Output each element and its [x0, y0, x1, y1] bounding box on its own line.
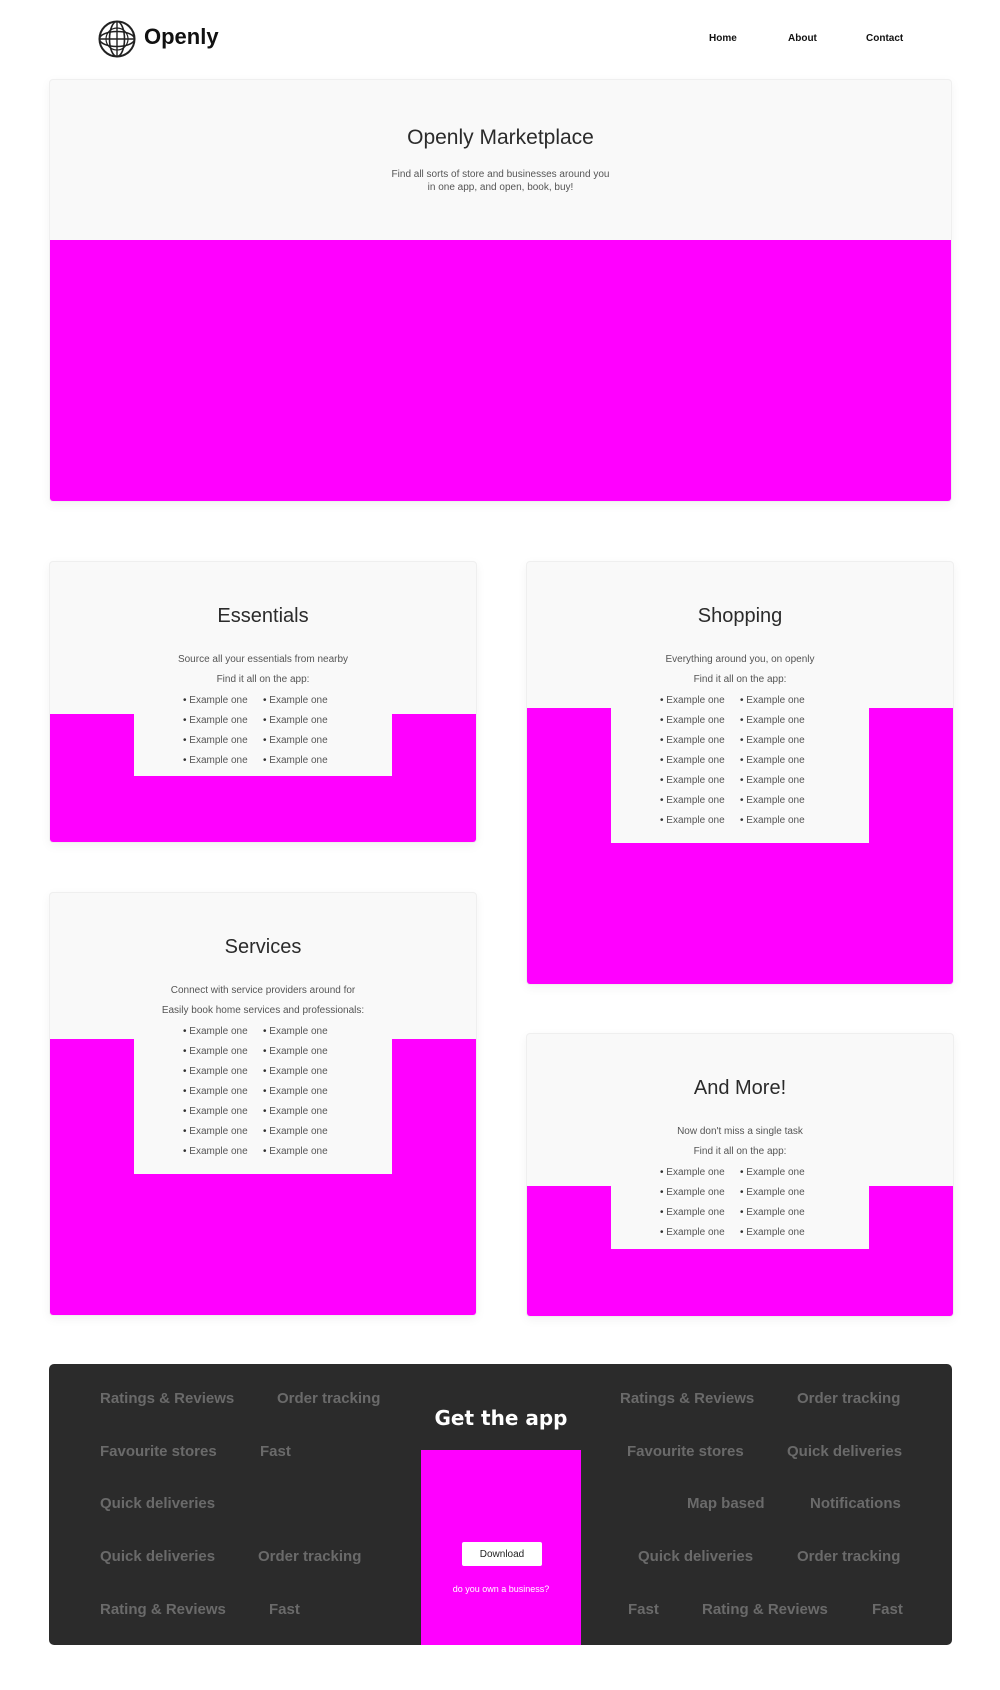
list-item: Example one [263, 754, 343, 774]
card-description: Source all your essentials from nearby [177, 654, 349, 665]
card-title: Shopping [697, 605, 783, 627]
card-description: Everything around you, on openly [665, 654, 815, 665]
feature-label: Rating & Reviews [702, 1601, 828, 1618]
feature-label: Notifications [810, 1495, 901, 1512]
card-caption: Find it all on the app: [216, 674, 310, 685]
list-item: Example one [183, 1045, 263, 1065]
feature-label: Quick deliveries [787, 1443, 903, 1460]
list-item: Example one [740, 814, 820, 834]
and-more-card: And More! Now don't miss a single task F… [526, 1033, 954, 1317]
feature-label: Order tracking [797, 1390, 901, 1407]
list-item: Example one [660, 754, 740, 774]
list-item: Example one [263, 714, 343, 734]
card-description: Connect with service providers around fo… [170, 985, 356, 996]
list-item: Example one [183, 714, 263, 734]
feature-label: Order tracking [797, 1548, 901, 1565]
card-caption: Easily book home services and profession… [161, 1005, 365, 1016]
top-navbar: Openly Home About Contact [0, 0, 1000, 80]
get-the-app-section: Ratings & Reviews Order tracking Favouri… [49, 1364, 952, 1645]
list-item: Example one [660, 814, 740, 834]
business-link[interactable]: do you own a business? [421, 1584, 581, 1594]
list-item: Example one [263, 1105, 343, 1125]
list-item: Example one [660, 774, 740, 794]
nav-link-contact[interactable]: Contact [866, 33, 903, 44]
list-item: Example one [740, 1206, 820, 1226]
feature-label: Map based [687, 1495, 765, 1512]
feature-label: Order tracking [277, 1390, 381, 1407]
feature-label: Fast [872, 1601, 903, 1618]
download-button[interactable]: Download [462, 1542, 542, 1566]
brand-name[interactable]: Openly [144, 24, 219, 50]
list-item: Example one [660, 1186, 740, 1206]
list-item: Example one [183, 1025, 263, 1045]
example-list: Example oneExample oneExample oneExample… [50, 1025, 476, 1165]
list-item: Example one [183, 1085, 263, 1105]
list-item: Example one [740, 774, 820, 794]
card-caption: Find it all on the app: [693, 1146, 787, 1157]
get-the-app-title: Get the app [434, 1406, 568, 1430]
example-list: Example oneExample oneExample oneExample… [527, 1166, 953, 1246]
list-item: Example one [660, 1226, 740, 1246]
feature-label: Favourite stores [100, 1443, 217, 1460]
list-item: Example one [263, 1145, 343, 1165]
list-item: Example one [183, 1105, 263, 1125]
feature-label: Ratings & Reviews [620, 1390, 755, 1407]
list-item: Example one [263, 1065, 343, 1085]
feature-label: Fast [269, 1601, 300, 1618]
feature-label: Ratings & Reviews [100, 1390, 235, 1407]
app-image-placeholder: Download do you own a business? [421, 1450, 581, 1645]
essentials-card: Essentials Source all your essentials fr… [49, 561, 477, 843]
feature-label: Quick deliveries [100, 1548, 216, 1565]
card-title: Essentials [217, 605, 309, 627]
list-item: Example one [740, 754, 820, 774]
feature-label: Fast [628, 1601, 659, 1618]
list-item: Example one [183, 1145, 263, 1165]
list-item: Example one [263, 1085, 343, 1105]
list-item: Example one [263, 694, 343, 714]
list-item: Example one [660, 694, 740, 714]
list-item: Example one [263, 1025, 343, 1045]
nav-link-about[interactable]: About [788, 33, 817, 44]
list-item: Example one [740, 1226, 820, 1246]
shopping-card: Shopping Everything around you, on openl… [526, 561, 954, 985]
list-item: Example one [740, 694, 820, 714]
list-item: Example one [183, 1125, 263, 1145]
list-item: Example one [740, 734, 820, 754]
hero-card: Openly Marketplace Find all sorts of sto… [49, 79, 952, 502]
services-card: Services Connect with service providers … [49, 892, 477, 1316]
feature-label: Quick deliveries [100, 1495, 216, 1512]
hero-subtitle: Find all sorts of store and businesses a… [391, 169, 610, 193]
example-list: Example oneExample oneExample oneExample… [527, 694, 953, 834]
card-title: Services [224, 936, 302, 958]
feature-label: Favourite stores [627, 1443, 744, 1460]
globe-icon[interactable] [98, 20, 136, 58]
list-item: Example one [660, 714, 740, 734]
feature-label: Rating & Reviews [100, 1601, 226, 1618]
list-item: Example one [740, 1186, 820, 1206]
feature-label: Order tracking [258, 1548, 362, 1565]
list-item: Example one [660, 1206, 740, 1226]
hero-image-placeholder [50, 240, 951, 501]
list-item: Example one [263, 1045, 343, 1065]
feature-label: Quick deliveries [638, 1548, 754, 1565]
list-item: Example one [263, 1125, 343, 1145]
card-title: And More! [693, 1077, 787, 1099]
list-item: Example one [660, 794, 740, 814]
list-item: Example one [740, 714, 820, 734]
hero-title: Openly Marketplace [407, 126, 594, 149]
list-item: Example one [740, 794, 820, 814]
list-item: Example one [740, 1166, 820, 1186]
list-item: Example one [263, 734, 343, 754]
card-caption: Find it all on the app: [693, 674, 787, 685]
nav-link-home[interactable]: Home [709, 33, 737, 44]
list-item: Example one [660, 734, 740, 754]
list-item: Example one [660, 1166, 740, 1186]
list-item: Example one [183, 734, 263, 754]
list-item: Example one [183, 1065, 263, 1085]
example-list: Example oneExample oneExample oneExample… [50, 694, 476, 774]
list-item: Example one [183, 754, 263, 774]
list-item: Example one [183, 694, 263, 714]
feature-label: Fast [260, 1443, 291, 1460]
card-description: Now don't miss a single task [677, 1126, 803, 1137]
